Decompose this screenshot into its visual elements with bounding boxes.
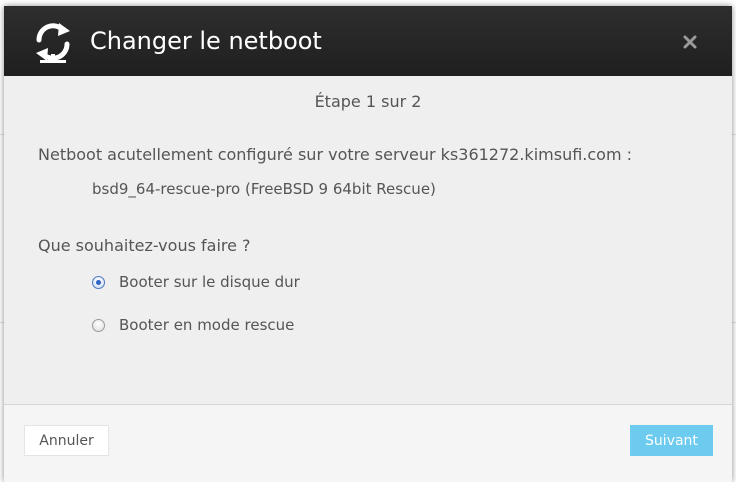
option-boot-rescue[interactable]: Booter en mode rescue	[92, 314, 294, 336]
modal-footer: Annuler Suivant	[4, 404, 732, 482]
close-icon[interactable]	[682, 34, 698, 50]
option-boot-disk[interactable]: Booter sur le disque dur	[92, 271, 300, 293]
modal-title: Changer le netboot	[90, 27, 322, 55]
current-netboot-value: bsd9_64-rescue-pro (FreeBSD 9 64bit Resc…	[92, 180, 436, 198]
option-label[interactable]: Booter sur le disque dur	[119, 273, 300, 291]
netboot-sync-icon	[36, 23, 70, 63]
modal-header: Changer le netboot	[4, 6, 732, 76]
background-divider	[732, 322, 736, 323]
option-label[interactable]: Booter en mode rescue	[119, 316, 294, 334]
radio-boot-disk[interactable]	[92, 275, 105, 289]
current-netboot-label: Netboot acutellement configuré sur votre…	[38, 145, 633, 164]
step-indicator: Étape 1 sur 2	[314, 92, 422, 111]
radio-boot-rescue[interactable]	[92, 318, 105, 332]
next-button[interactable]: Suivant	[630, 425, 713, 456]
background-divider	[732, 134, 736, 135]
netboot-modal: Changer le netboot Étape 1 sur 2 Netboot…	[4, 6, 732, 482]
question-label: Que souhaitez-vous faire ?	[38, 236, 251, 255]
cancel-button[interactable]: Annuler	[24, 425, 109, 456]
